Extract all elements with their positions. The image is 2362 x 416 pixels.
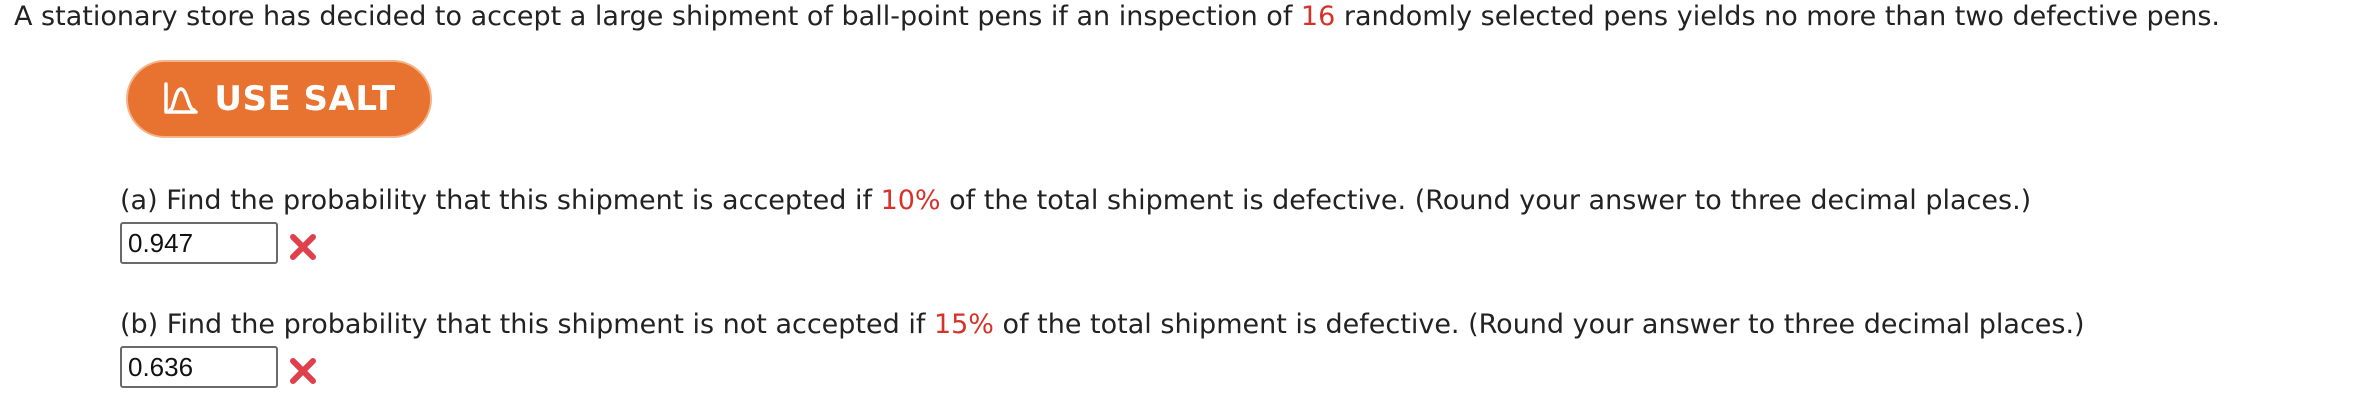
part-b-text-before: (b) Find the probability that this shipm… — [120, 309, 934, 340]
part-a-text-after: of the total shipment is defective. (Rou… — [940, 185, 2032, 216]
sample-size-value: 16 — [1300, 1, 1336, 32]
part-b-answer-row — [120, 346, 318, 388]
part-a-answer-input[interactable] — [120, 222, 278, 264]
part-a-text-before: (a) Find the probability that this shipm… — [120, 185, 881, 216]
use-salt-label: USE SALT — [214, 79, 396, 119]
part-b-text-after: of the total shipment is defective. (Rou… — [993, 309, 2085, 340]
part-b-defect-rate: 15% — [933, 309, 994, 340]
problem-text-part1: A stationary store has decided to accept… — [14, 1, 1301, 32]
part-a-answer-row — [120, 222, 318, 264]
problem-statement: A stationary store has decided to accept… — [14, 0, 2220, 34]
incorrect-x-icon — [288, 356, 318, 386]
problem-text-part2: randomly selected pens yields no more th… — [1335, 1, 2221, 32]
incorrect-x-icon — [288, 232, 318, 262]
part-b-question: (b) Find the probability that this shipm… — [120, 308, 2085, 342]
use-salt-button[interactable]: USE SALT — [126, 60, 432, 138]
part-b-answer-input[interactable] — [120, 346, 278, 388]
part-a-question: (a) Find the probability that this shipm… — [120, 184, 2031, 218]
salt-distribution-icon — [162, 80, 200, 118]
part-a-defect-rate: 10% — [880, 185, 941, 216]
